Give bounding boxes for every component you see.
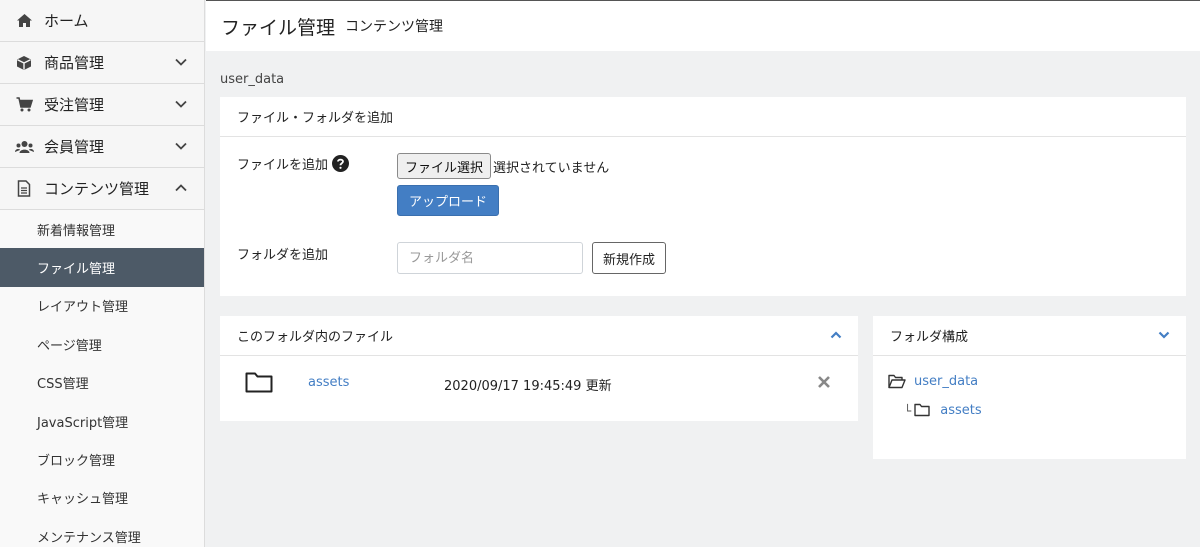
files-panel-header: このフォルダ内のファイル	[220, 316, 858, 356]
files-panel-title: このフォルダ内のファイル	[237, 330, 394, 345]
add-panel: ファイル・フォルダを追加 ファイルを追加 ファイル選択 選択されていません アッ…	[220, 97, 1186, 296]
file-status: 選択されていません	[493, 161, 610, 176]
sidebar-subitem-news[interactable]: 新着情報管理	[0, 210, 204, 248]
chevron-down-icon[interactable]	[1158, 329, 1170, 341]
tree-panel-header: フォルダ構成	[873, 316, 1186, 356]
chevron-up-icon[interactable]	[830, 329, 842, 341]
sidebar-subitem-blocks[interactable]: ブロック管理	[0, 440, 204, 478]
tree-branch-line: └	[904, 403, 912, 418]
add-file-label: ファイルを追加	[237, 158, 329, 173]
tree-child-item[interactable]: └ assets	[904, 403, 982, 418]
sidebar-item-label: ホーム	[44, 12, 89, 30]
tree-root-item[interactable]: user_data	[888, 374, 978, 389]
help-icon[interactable]	[332, 155, 350, 172]
file-select-button[interactable]: ファイル選択	[397, 153, 492, 179]
file-icon	[14, 179, 34, 199]
current-path: user_data	[220, 72, 285, 87]
sidebar-item-home[interactable]: ホーム	[0, 0, 204, 42]
folder-open-icon	[888, 374, 906, 389]
files-panel: このフォルダ内のファイル assets 2020/09/17 19:45:49 …	[220, 316, 858, 421]
tree-panel-title: フォルダ構成	[890, 330, 969, 345]
upload-button[interactable]: アップロード	[397, 185, 500, 216]
cart-icon	[14, 95, 34, 115]
box-icon	[14, 53, 34, 73]
sidebar-subitem-maintenance[interactable]: メンテナンス管理	[0, 517, 204, 547]
file-updated: 2020/09/17 19:45:49 更新	[444, 379, 612, 394]
sidebar-item-label: 会員管理	[44, 138, 105, 156]
page-title: ファイル管理	[221, 16, 336, 39]
tree-child-label[interactable]: assets	[940, 403, 981, 418]
chevron-up-icon	[174, 181, 188, 195]
sidebar-item-members[interactable]: 会員管理	[0, 126, 204, 168]
chevron-down-icon	[174, 55, 188, 69]
sidebar-subitem-css[interactable]: CSS管理	[0, 364, 204, 402]
sidebar-subitem-cache[interactable]: キャッシュ管理	[0, 479, 204, 517]
sidebar-item-orders[interactable]: 受注管理	[0, 84, 204, 126]
add-file-row: ファイルを追加	[237, 154, 350, 173]
tree-root-label[interactable]: user_data	[914, 374, 978, 389]
folder-icon	[914, 403, 932, 418]
sidebar-item-products[interactable]: 商品管理	[0, 42, 204, 84]
sidebar-subitem-files[interactable]: ファイル管理	[0, 248, 204, 287]
folder-name-input[interactable]	[397, 242, 583, 274]
chevron-down-icon	[174, 97, 188, 111]
add-folder-label: フォルダを追加	[237, 248, 329, 263]
sidebar-subitem-pages[interactable]: ページ管理	[0, 325, 204, 363]
sidebar-subitem-javascript[interactable]: JavaScript管理	[0, 402, 204, 440]
sidebar-submenu: 新着情報管理 ファイル管理 レイアウト管理 ページ管理 CSS管理 JavaSc…	[0, 210, 204, 547]
chevron-down-icon	[174, 139, 188, 153]
table-row: assets 2020/09/17 19:45:49 更新	[220, 357, 858, 411]
tree-panel: フォルダ構成 user_data └ assets	[873, 316, 1186, 459]
add-panel-title: ファイル・フォルダを追加	[220, 97, 1186, 137]
create-folder-button[interactable]: 新規作成	[592, 242, 667, 274]
main-content: ファイル管理 コンテンツ管理 user_data ファイル・フォルダを追加 ファ…	[206, 0, 1200, 547]
sidebar-item-label: 商品管理	[44, 54, 105, 72]
folder-icon	[245, 371, 273, 393]
close-icon[interactable]	[817, 375, 831, 389]
file-name-link[interactable]: assets	[308, 375, 349, 390]
sidebar-item-label: 受注管理	[44, 96, 105, 114]
users-icon	[14, 137, 34, 157]
sidebar: ホーム 商品管理 受注管理 会員管理 コンテンツ管理 新着情報管理 ファイル管理…	[0, 0, 205, 547]
page-subtitle: コンテンツ管理	[345, 19, 444, 35]
sidebar-item-contents[interactable]: コンテンツ管理	[0, 168, 204, 210]
home-icon	[14, 11, 34, 31]
page-header: ファイル管理 コンテンツ管理	[206, 0, 1200, 51]
sidebar-subitem-layout[interactable]: レイアウト管理	[0, 287, 204, 325]
sidebar-item-label: コンテンツ管理	[44, 180, 150, 198]
